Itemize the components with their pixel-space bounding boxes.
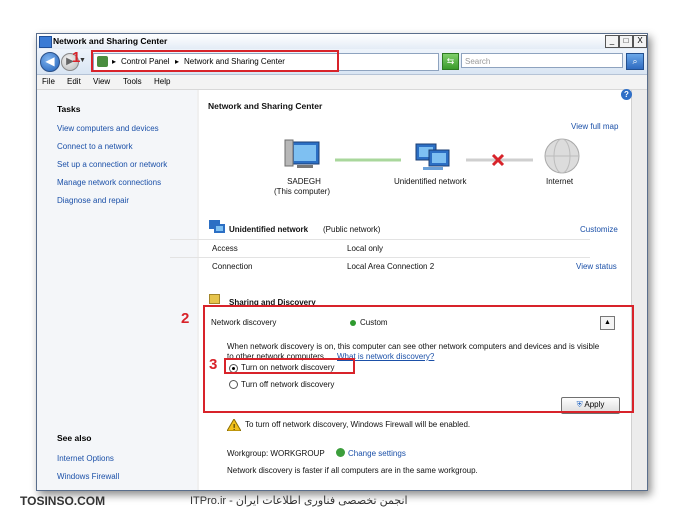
vertical-scrollbar[interactable] [631,90,647,490]
network-map [284,138,580,174]
back-button[interactable]: ◀ [40,52,60,72]
access-label: Access [212,244,238,253]
window-title: Network and Sharing Center [53,36,168,46]
divider [170,257,590,258]
annotation-box-3 [224,358,355,374]
annotation-box-1 [91,50,339,72]
view-full-map-link[interactable]: View full map [571,122,618,131]
sidebar-item-internet-options[interactable]: Internet Options [57,454,114,463]
internet-globe-icon [544,138,580,174]
close-button[interactable]: X [633,35,647,48]
annotation-number-2: 2 [181,310,190,327]
workgroup-label: Workgroup: WORKGROUP [227,449,325,458]
watermark-left: TOSINSO.COM [20,494,106,508]
menu-help[interactable]: Help [154,77,170,86]
sidebar-item-diagnose[interactable]: Diagnose and repair [57,196,129,205]
watermark-right: ITPro.ir - انجمن تخصصی فناوری اطلاعات ای… [190,495,408,507]
search-input[interactable]: Search [461,53,623,68]
refresh-button[interactable]: ⇆ [442,53,459,70]
internet-label: Internet [546,177,574,186]
sidebar-item-connect[interactable]: Connect to a network [57,142,133,151]
connection-label: Connection [212,262,253,271]
sidebar-item-setup-connection[interactable]: Set up a connection or network [57,160,167,169]
network-icon [209,220,225,233]
computer-icon [284,139,320,168]
tasks-heading: Tasks [57,104,81,114]
sharing-icon [209,294,220,304]
network-name: Unidentified network [394,177,467,186]
menu-edit[interactable]: Edit [67,77,81,86]
network-icon [415,143,450,170]
divider [170,239,590,240]
menu-bar: File Edit View Tools Help [37,75,647,90]
page-title: Network and Sharing Center [208,101,323,111]
shield-icon [336,448,345,457]
change-settings-link[interactable]: Change settings [348,449,406,458]
help-icon[interactable]: ? [621,89,632,100]
firewall-warning: To turn off network discovery, Windows F… [245,420,471,429]
svg-text:!: ! [233,423,236,431]
computer-name: SADEGH [287,177,321,186]
minimize-button[interactable]: _ [605,35,619,48]
network-title: Unidentified network [229,225,309,234]
access-value: Local only [347,244,384,253]
sidebar-item-manage-connections[interactable]: Manage network connections [57,178,161,187]
menu-view[interactable]: View [93,77,110,86]
network-type: (Public network) [323,225,381,234]
network-center-icon [39,36,52,48]
annotation-number-1: 1 [72,49,81,66]
title-bar: Network and Sharing Center _ □ X [37,34,647,50]
sidebar-item-windows-firewall[interactable]: Windows Firewall [57,472,119,481]
workgroup-note: Network discovery is faster if all compu… [227,466,478,475]
maximize-button[interactable]: □ [619,35,633,48]
sidebar: Tasks View computers and devices Connect… [37,90,197,490]
menu-tools[interactable]: Tools [123,77,142,86]
computer-note: (This computer) [274,187,331,196]
see-also-heading: See also [57,433,92,443]
annotation-number-3: 3 [209,356,218,373]
search-icon[interactable]: ⌕ [626,53,644,70]
sidebar-item-view-computers[interactable]: View computers and devices [57,124,159,133]
warning-icon: ! [227,419,241,431]
menu-file[interactable]: File [42,77,55,86]
view-status-link[interactable]: View status [576,262,617,271]
connection-value: Local Area Connection 2 [347,262,435,271]
customize-link[interactable]: Customize [580,225,618,234]
